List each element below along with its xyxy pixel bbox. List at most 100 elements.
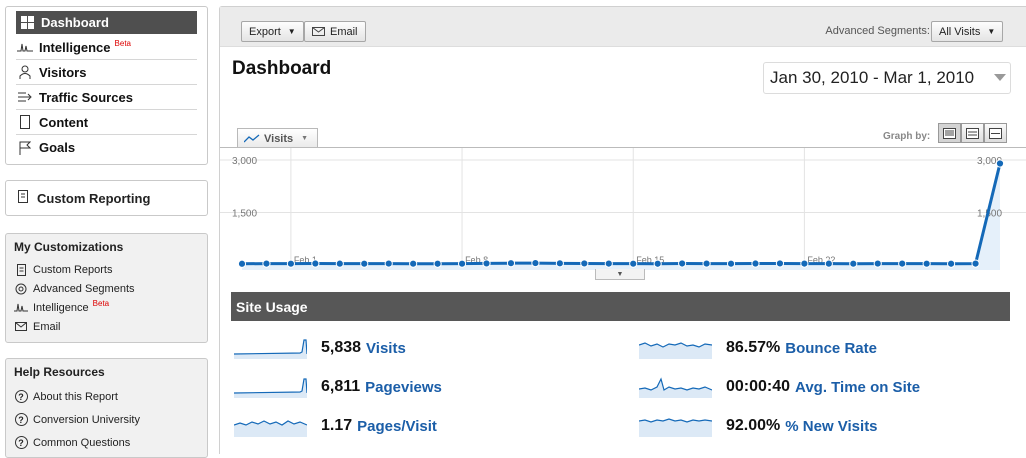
about-report-link[interactable]: ? About this Report <box>14 385 199 408</box>
metric-link[interactable]: Avg. Time on Site <box>795 379 920 396</box>
chevron-down-icon <box>994 74 1006 81</box>
graph-by-month-button[interactable] <box>984 123 1007 143</box>
data-point[interactable] <box>971 259 980 268</box>
my-customizations-title: My Customizations <box>14 240 124 254</box>
data-point[interactable] <box>237 259 247 268</box>
data-point[interactable] <box>409 259 418 268</box>
metric-value: 92.00% <box>726 417 781 434</box>
custom-reports-link[interactable]: Custom Reports <box>14 260 199 279</box>
segments-dropdown[interactable]: All Visits ▼ <box>931 21 1004 42</box>
graph-by-label: Graph by: <box>883 131 931 142</box>
export-button[interactable]: Export ▼ <box>241 21 304 42</box>
segments-value: All Visits <box>939 25 981 38</box>
data-point[interactable] <box>555 259 564 268</box>
date-range-picker[interactable]: Jan 30, 2010 - Mar 1, 2010 <box>763 62 1011 94</box>
y-tick-label: 1,500 <box>232 209 257 220</box>
data-point[interactable] <box>482 259 491 268</box>
data-point[interactable] <box>286 259 296 268</box>
sidebar: Dashboard Intelligence Beta Visitors Tra… <box>0 0 212 458</box>
email-button[interactable]: Email <box>304 21 366 42</box>
data-point[interactable] <box>849 259 858 268</box>
data-point[interactable] <box>335 259 344 268</box>
sparkline-area <box>234 379 307 398</box>
question-icon: ? <box>14 390 28 404</box>
graph-by-day-button[interactable] <box>938 123 961 143</box>
toolbar: Export ▼ Email Advanced Segments: All Vi… <box>220 7 1026 47</box>
envelope-icon <box>14 320 28 334</box>
data-point[interactable] <box>800 259 809 268</box>
advanced-segments-link[interactable]: Advanced Segments <box>14 279 199 298</box>
metric-value: 5,838 <box>321 339 362 356</box>
custom-reporting-link[interactable]: Custom Reporting <box>5 180 208 216</box>
metric-link[interactable]: Visits <box>366 340 406 357</box>
nav-item-content[interactable]: Content <box>16 110 197 135</box>
data-point[interactable] <box>726 259 736 268</box>
sub-item-label: Email <box>33 320 61 333</box>
data-point[interactable] <box>457 259 467 268</box>
metric-link[interactable]: Pageviews <box>365 379 442 396</box>
main-nav: Dashboard Intelligence Beta Visitors Tra… <box>5 6 208 165</box>
question-icon: ? <box>14 436 28 450</box>
email-label: Email <box>330 25 358 38</box>
data-point[interactable] <box>995 159 1005 168</box>
data-point[interactable] <box>433 259 442 268</box>
data-point[interactable] <box>311 259 320 268</box>
data-point[interactable] <box>653 259 662 268</box>
data-point[interactable] <box>922 259 931 268</box>
flag-icon <box>16 140 34 156</box>
data-point[interactable] <box>873 259 882 268</box>
nav-item-traffic-sources[interactable]: Traffic Sources <box>16 85 197 110</box>
data-point[interactable] <box>629 259 638 268</box>
main-content: Export ▼ Email Advanced Segments: All Vi… <box>219 6 1026 454</box>
nav-item-intelligence[interactable]: Intelligence Beta <box>16 35 197 60</box>
graph-by-week-button[interactable] <box>961 123 984 143</box>
data-point[interactable] <box>824 259 833 268</box>
caret-down-icon: ▼ <box>301 135 309 142</box>
sparkline-area <box>234 340 307 359</box>
caret-down-icon: ▼ <box>287 27 296 36</box>
series-line <box>241 163 1002 266</box>
question-icon: ? <box>14 413 28 427</box>
common-questions-link[interactable]: ? Common Questions <box>14 431 199 454</box>
nav-item-visitors[interactable]: Visitors <box>16 60 197 85</box>
data-point[interactable] <box>262 259 271 268</box>
caret-down-icon: ▼ <box>987 27 996 36</box>
sparkline <box>234 420 307 437</box>
site-usage-header: Site Usage <box>231 292 1010 321</box>
data-point[interactable] <box>898 259 907 268</box>
visits-chart: 3,000 3,000 1,500 1,500 Feb 1 Feb 8 Feb 15 Feb … <box>220 147 1026 271</box>
data-point[interactable] <box>531 258 540 268</box>
intelligence-icon <box>16 39 34 55</box>
data-point[interactable] <box>946 259 956 268</box>
metric-value: 00:00:40 <box>726 378 791 395</box>
help-resources-title: Help Resources <box>14 365 105 379</box>
data-point[interactable] <box>384 259 393 268</box>
export-label: Export <box>249 25 281 38</box>
email-link[interactable]: Email <box>14 317 199 336</box>
metric-new-visits: 92.00% % New Visits <box>639 414 878 438</box>
day-icon <box>943 127 956 139</box>
metric-link[interactable]: % New Visits <box>785 418 877 435</box>
data-point[interactable] <box>751 259 760 268</box>
nav-item-goals[interactable]: Goals <box>16 135 197 160</box>
data-point[interactable] <box>360 259 369 268</box>
metric-link[interactable]: Pages/Visit <box>357 418 437 435</box>
line-chart-icon <box>244 134 260 143</box>
conversion-university-link[interactable]: ? Conversion University <box>14 408 199 431</box>
graph-metric-selector[interactable]: Visits ▼ <box>237 128 318 148</box>
beta-badge: Beta <box>114 38 131 48</box>
data-point[interactable] <box>580 259 589 268</box>
visits-chart-svg: 3,000 3,0001,500 1,500Feb 1 Feb 8 Feb 15 Feb … <box>220 148 1026 270</box>
metric-link[interactable]: Bounce Rate <box>785 340 877 357</box>
intelligence-link[interactable]: Intelligence Beta <box>14 298 199 317</box>
metric-value: 1.17 <box>321 417 353 434</box>
data-point[interactable] <box>604 259 613 268</box>
sparkline <box>639 377 712 398</box>
nav-item-dashboard[interactable]: Dashboard <box>16 11 197 34</box>
data-point[interactable] <box>702 259 711 268</box>
collapse-graph-button[interactable]: ▼ <box>595 269 645 280</box>
data-point[interactable] <box>775 259 785 268</box>
data-point[interactable] <box>678 259 687 268</box>
custom-reporting-label: Custom Reporting <box>37 190 151 206</box>
data-point[interactable] <box>506 259 516 268</box>
